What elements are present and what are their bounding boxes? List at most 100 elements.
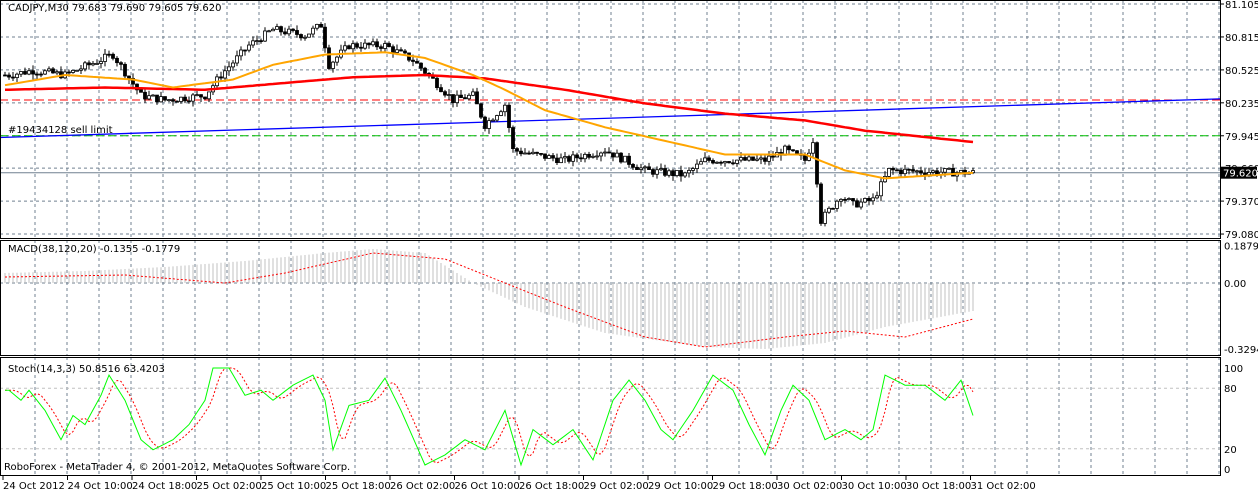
time-axis-label: 26 Oct 10:00 xyxy=(455,481,520,492)
candle xyxy=(247,41,251,53)
candle-body xyxy=(31,70,35,75)
macd-panel[interactable] xyxy=(4,249,974,349)
candle xyxy=(143,88,147,103)
candle xyxy=(275,23,279,30)
candle xyxy=(515,147,519,156)
candle xyxy=(643,165,647,173)
candle xyxy=(315,23,319,31)
candle xyxy=(459,89,463,99)
candle-body xyxy=(875,195,879,199)
candle-body xyxy=(319,23,323,28)
candle xyxy=(327,44,331,71)
candle xyxy=(727,161,731,164)
candle xyxy=(903,164,907,178)
candle xyxy=(607,147,611,154)
candle-body xyxy=(23,71,27,75)
candle xyxy=(155,94,159,105)
candle-body xyxy=(327,47,331,69)
candle xyxy=(339,44,343,60)
candle-body xyxy=(915,170,919,173)
candle-body xyxy=(675,170,679,176)
candle-body xyxy=(907,168,911,171)
stochastic-panel[interactable] xyxy=(5,367,974,467)
candle xyxy=(243,49,247,56)
candle xyxy=(659,163,663,172)
candle-body xyxy=(815,142,819,185)
candle-body xyxy=(463,97,467,100)
time-axis-label: 24 Oct 18:00 xyxy=(132,481,197,492)
candle-body xyxy=(415,61,419,64)
stoch-scale-label: 0 xyxy=(1224,465,1230,476)
candle-body xyxy=(727,161,731,164)
candle xyxy=(855,198,859,208)
candle-body xyxy=(139,89,143,93)
candle-body xyxy=(703,157,707,163)
price-scale-label: 79.945 xyxy=(1225,132,1258,143)
candle-body xyxy=(763,157,767,162)
candle xyxy=(619,152,623,164)
candle-body xyxy=(483,116,487,129)
candle xyxy=(103,48,107,67)
candle-body xyxy=(619,152,623,163)
candle-body xyxy=(843,198,847,201)
candle-body xyxy=(259,40,263,43)
candle-body xyxy=(403,50,407,54)
candle xyxy=(335,55,339,66)
candle xyxy=(147,90,151,101)
candle xyxy=(79,65,83,74)
candle xyxy=(899,168,903,178)
candle-body xyxy=(895,169,899,172)
candle xyxy=(595,150,599,160)
candle-body xyxy=(27,70,31,75)
candle-body xyxy=(15,73,19,78)
candle-body xyxy=(487,120,491,129)
candle-body xyxy=(795,150,799,155)
candle xyxy=(467,93,471,101)
candle xyxy=(687,167,691,178)
candle-body xyxy=(271,28,275,32)
candle-body xyxy=(859,201,863,208)
candle xyxy=(259,38,263,44)
candle-body xyxy=(283,31,287,35)
candle-body xyxy=(399,49,403,52)
time-axis-label: 29 Oct 10:00 xyxy=(648,481,713,492)
candle xyxy=(479,103,483,120)
candle-body xyxy=(39,73,43,76)
candle-body xyxy=(11,76,15,79)
candle-body xyxy=(475,91,479,105)
candle-body xyxy=(371,41,375,46)
candle xyxy=(599,151,603,162)
candle-body xyxy=(871,197,875,202)
candle-body xyxy=(643,166,647,169)
candle-body xyxy=(695,163,699,169)
time-axis-label: 24 Oct 10:00 xyxy=(68,481,133,492)
candle-body xyxy=(943,168,947,173)
candle-body xyxy=(183,96,187,102)
macd-scale-label: 0.1879 xyxy=(1224,241,1258,252)
candle xyxy=(91,60,95,67)
candle xyxy=(635,164,639,170)
candle-body xyxy=(571,154,575,162)
candle-body xyxy=(523,152,527,155)
candle-body xyxy=(115,57,119,64)
candle-body xyxy=(563,156,567,159)
candle xyxy=(263,27,267,42)
candle-body xyxy=(443,91,447,96)
price-panel[interactable] xyxy=(0,22,1221,227)
candle-body xyxy=(691,168,695,171)
candle-body xyxy=(171,99,175,102)
candle xyxy=(15,72,19,83)
candle-body xyxy=(247,44,251,51)
candle-body xyxy=(47,68,51,72)
candle-body xyxy=(147,95,151,100)
candle-body xyxy=(439,87,443,93)
candle-body xyxy=(479,103,483,118)
time-axis-label: 25 Oct 02:00 xyxy=(197,481,262,492)
candle xyxy=(231,60,235,71)
symbol-label: CADJPY,M30 xyxy=(8,3,69,14)
candle xyxy=(163,96,167,102)
chart-window[interactable]: 81.10580.81580.52580.23579.94579.66079.3… xyxy=(0,0,1258,493)
candle-body xyxy=(419,62,423,69)
candle-body xyxy=(367,42,371,46)
candle-body xyxy=(495,115,499,121)
